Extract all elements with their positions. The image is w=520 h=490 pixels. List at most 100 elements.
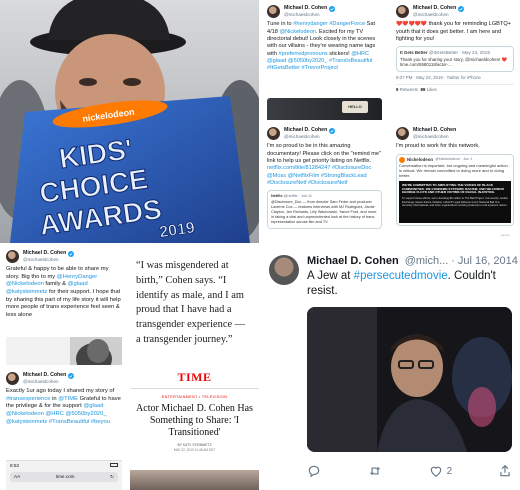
- tweet-card-disclosure[interactable]: Michael D. Cohen @michaeldcohen I'm so p…: [261, 122, 388, 243]
- avatar[interactable]: [396, 127, 409, 141]
- quote-link[interactable]: time.com/5580118/actor-...: [400, 62, 510, 68]
- kca-photo: nickelodeon KIDS' CHOICE AWARDS 2019: [0, 0, 259, 243]
- tweet-card-grateful[interactable]: Michael D. Cohen @michaeldcohen Grateful…: [0, 245, 128, 365]
- hashtag-link[interactable]: #persecutedmovie: [354, 270, 448, 282]
- author-name[interactable]: Michael D. Cohen: [413, 127, 456, 134]
- tweet-timestamp: 9:07 PM · May 24, 2019 · Twitter for iPh…: [396, 75, 481, 81]
- author-handle[interactable]: @michaeldcohen: [284, 12, 335, 18]
- reload-icon[interactable]: ↻: [110, 474, 114, 480]
- tweet-image[interactable]: [6, 337, 122, 365]
- avatar[interactable]: [267, 127, 280, 141]
- like-label: Likes: [426, 87, 437, 93]
- photo-tile: nickelodeon KIDS' CHOICE AWARDS 2019: [0, 0, 259, 243]
- author-name[interactable]: Michael D. Cohen: [284, 127, 327, 134]
- avatar[interactable]: [269, 255, 299, 285]
- like-group[interactable]: 2: [429, 464, 453, 478]
- verified-icon: [329, 127, 336, 134]
- avatar[interactable]: [267, 5, 280, 19]
- tweet-actions: 2: [307, 464, 512, 478]
- profile-photo: [76, 339, 112, 365]
- author-name[interactable]: Michael D. Cohen: [284, 5, 327, 12]
- avatar[interactable]: [6, 372, 19, 386]
- share-icon[interactable]: [498, 464, 512, 478]
- tweet-text: I'm so proud to be in this amazing docum…: [267, 143, 382, 187]
- quoted-tweet[interactable]: Netflix @netflix · Jun 11 @Disclosure_Do…: [267, 190, 382, 230]
- article-headline: Actor Michael D. Cohen Has Something to …: [136, 403, 253, 438]
- tweet-text: Grateful & happy to be able to share my …: [6, 266, 122, 319]
- pull-quote-tile: “I was misgendered at birth,” Cohen says…: [130, 245, 259, 365]
- quoted-tweet[interactable]: It Gets Better @ItGetsBetter · May 24, 2…: [396, 46, 514, 73]
- byline[interactable]: BY KATY STEINMETZ: [130, 443, 259, 447]
- quote-text: Conversation is important, but ongoing a…: [399, 162, 508, 179]
- quote-handle: @Nickelodeon · Jun 1: [435, 157, 473, 162]
- tweet-text: A Jew at #persecutedmovie. Couldn't resi…: [307, 269, 512, 299]
- tweet-segment: family &: [43, 281, 68, 288]
- time-article-tile[interactable]: TIME ENTERTAINMENT • TELEVISION Actor Mi…: [130, 367, 259, 490]
- author-handle[interactable]: @michaeldcohen: [23, 379, 74, 385]
- tweet-card-danger-force[interactable]: Michael D. Cohen @michaeldcohen Tune in …: [261, 0, 388, 120]
- netflix-link[interactable]: netflix.com/title/81284247 #DisclosureDo…: [267, 165, 371, 186]
- author-name[interactable]: Michael D. Cohen: [23, 372, 66, 379]
- retweet-icon[interactable]: [367, 464, 383, 478]
- tweet-card-it-gets-better[interactable]: Michael D. Cohen @michaeldcohen ❤️❤️❤️❤️…: [390, 0, 520, 120]
- tweet-date[interactable]: Jul 16, 2014: [458, 255, 518, 267]
- header-divider: [130, 388, 259, 389]
- verified-icon: [68, 372, 75, 379]
- hashtag-link[interactable]: #transexperience: [6, 396, 50, 402]
- statement-body: To support those efforts, we're donating…: [402, 197, 508, 208]
- section-label[interactable]: ENTERTAINMENT • TELEVISION: [130, 395, 259, 399]
- author-handle[interactable]: @michaeldcohen: [413, 12, 464, 18]
- tweet-text: I'm proud to work for this network.: [396, 143, 480, 150]
- tweet-card-network[interactable]: Michael D. Cohen @michaeldcohen I'm prou…: [390, 122, 520, 243]
- quote-author[interactable]: It Gets Better: [400, 50, 428, 55]
- quote-handle: @ItGetsBetter · May 24, 2019: [428, 50, 490, 56]
- avatar[interactable]: [396, 5, 409, 19]
- phone-screenshot[interactable]: 8:53 AA time.com ↻: [6, 460, 122, 490]
- quote-author[interactable]: Netflix: [271, 194, 283, 198]
- phone-time: 8:53: [10, 463, 19, 468]
- tweet-segment: Tune in to: [267, 21, 294, 28]
- like-count[interactable]: 89: [420, 87, 425, 92]
- url-text: time.com: [55, 474, 75, 480]
- tweet-image[interactable]: HELLO: [267, 98, 382, 120]
- hashtag-link[interactable]: #henrydanger #DangerForce: [293, 21, 365, 27]
- retweet-count[interactable]: 9: [396, 87, 398, 92]
- author-name[interactable]: Michael D. Cohen: [307, 255, 399, 267]
- author-handle[interactable]: @michaeldcohen: [284, 134, 335, 140]
- reply-icon[interactable]: [307, 464, 321, 478]
- tweet-photo[interactable]: [307, 307, 512, 452]
- nickelodeon-avatar: [399, 156, 405, 163]
- dot-separator: ·: [451, 255, 455, 267]
- avatar[interactable]: [6, 250, 19, 264]
- tweet-text: ❤️❤️❤️❤️❤️ thank you for reminding LGBTQ…: [396, 21, 514, 43]
- author-handle[interactable]: @michaeldcohen: [23, 257, 74, 263]
- verified-icon: [68, 250, 75, 257]
- tweet-text: Tune in to #henrydanger #DangerForce Sat…: [267, 21, 382, 73]
- mention-link[interactable]: @TIME: [58, 396, 78, 402]
- quote-author[interactable]: Nickelodeon: [407, 157, 433, 163]
- url-bar[interactable]: AA time.com ↻: [10, 472, 118, 483]
- hearts-emoji: ❤️❤️❤️❤️❤️: [396, 21, 428, 28]
- retweet-label: Retweets: [399, 87, 418, 93]
- movie-still: [307, 307, 512, 452]
- tweet-segment: A Jew at: [307, 270, 354, 282]
- tweet-text: Exactly 1ur ago today I shared my story …: [6, 388, 122, 426]
- tweet-card-anniversary[interactable]: Michael D. Cohen @michaeldcohen Exactly …: [0, 367, 128, 490]
- like-count: 2: [446, 465, 453, 477]
- author-name[interactable]: Michael D. Cohen: [413, 5, 456, 12]
- tweet-card-persecuted[interactable]: Michael D. Cohen @mich... · Jul 16, 2014…: [261, 245, 520, 490]
- statement-card[interactable]: WE'RE COMMITTED TO AMPLIFYING THE VOICES…: [399, 180, 511, 237]
- reader-aa[interactable]: AA: [14, 474, 20, 480]
- author-handle[interactable]: @mich...: [405, 255, 449, 267]
- battery-icon: [110, 463, 118, 467]
- author-handle[interactable]: @michaeldcohen: [413, 134, 456, 140]
- tweet-segment: stickers!: [327, 50, 352, 57]
- engagement-stats: 9 Retweets 89 Likes: [396, 84, 514, 93]
- author-name[interactable]: Michael D. Cohen: [23, 250, 66, 257]
- mention-link[interactable]: @Nickelodeon: [279, 29, 315, 35]
- time-logo[interactable]: TIME: [130, 370, 259, 385]
- hashtag-link[interactable]: #preferredpronouns: [279, 51, 328, 57]
- quote-handle: @netflix · Jun 11: [283, 194, 312, 199]
- tweet-segment: Exactly 1ur ago today I shared my story …: [6, 388, 115, 395]
- quoted-tweet[interactable]: Nickelodeon @Nickelodeon · Jun 1 Convers…: [396, 153, 514, 237]
